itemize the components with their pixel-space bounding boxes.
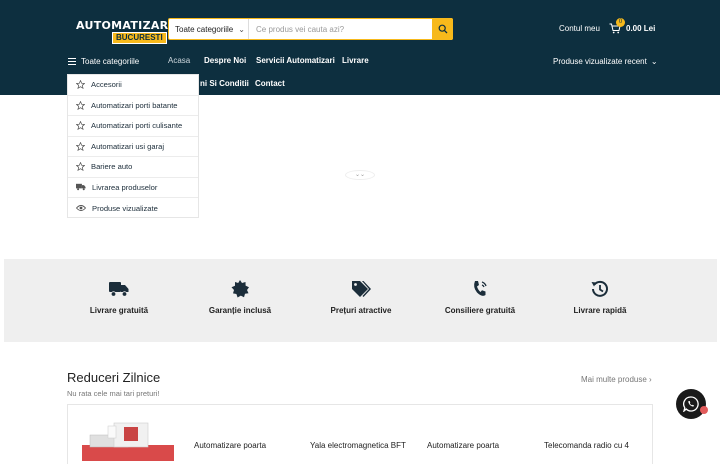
feature-label: Prețuri atractive xyxy=(330,306,392,315)
dropdown-item-bariere-auto[interactable]: Bariere auto xyxy=(68,157,198,178)
category-select[interactable]: Toate categoriile ⌄ xyxy=(169,19,249,39)
all-categories-label: Toate categoriile xyxy=(81,57,140,66)
dropdown-item-label: Livrarea produselor xyxy=(92,182,158,192)
truck-icon xyxy=(76,184,86,191)
category-select-label: Toate categoriile xyxy=(175,24,234,34)
section-subtitle: Nu rata cele mai tari preturi! xyxy=(67,389,160,398)
nav-termeni-si-conditii[interactable]: ni Si Conditii xyxy=(200,79,249,88)
dropdown-item-produse-vizualizate[interactable]: Produse vizualizate xyxy=(68,198,198,219)
feature-free-consulting: Consiliere gratuită xyxy=(425,279,535,315)
dropdown-item-usi-garaj[interactable]: Automatizari usi garaj xyxy=(68,137,198,157)
cart-count-badge: 0 xyxy=(616,18,625,27)
more-products-label: Mai multe produse xyxy=(581,375,647,384)
recently-viewed-label: Produse vizualizate recent xyxy=(553,57,647,66)
feature-label: Livrare rapidă xyxy=(573,306,627,315)
site-logo[interactable]: AUTOMATIZARI BUCURESTI xyxy=(74,20,173,44)
dropdown-item-livrarea-produselor[interactable]: Livrarea produselor xyxy=(68,178,198,198)
phone-icon xyxy=(474,281,487,296)
dropdown-item-label: Automatizari usi garaj xyxy=(91,141,165,151)
feature-label: Consiliere gratuită xyxy=(444,306,516,315)
feature-label: Garanție inclusă xyxy=(208,306,272,315)
search-button[interactable] xyxy=(432,17,453,40)
feature-warranty: Garanție inclusă xyxy=(185,279,295,315)
chevron-down-icon: ⌄ xyxy=(238,24,245,34)
dropdown-item-label: Automatizari porti culisante xyxy=(91,121,183,131)
logo-text-primary: AUTOMATIZARI xyxy=(76,19,173,32)
account-link[interactable]: Contul meu xyxy=(559,24,600,33)
star-icon xyxy=(76,162,85,172)
star-icon xyxy=(76,121,85,131)
menu-icon xyxy=(68,58,76,65)
dropdown-item-label: Bariere auto xyxy=(91,162,133,172)
search-input[interactable] xyxy=(249,19,432,39)
feature-attractive-prices: Prețuri atractive xyxy=(306,279,416,315)
star-icon xyxy=(76,100,85,110)
product-name[interactable]: Yala electromagnetica BFT xyxy=(310,441,406,450)
nav-servicii-automatizari[interactable]: Servicii Automatizari xyxy=(256,56,335,65)
star-icon xyxy=(76,141,85,151)
all-categories-toggle[interactable]: Toate categoriile xyxy=(68,57,139,66)
truck-icon xyxy=(109,282,129,297)
search-bar: Toate categoriile ⌄ xyxy=(168,17,453,40)
chevron-right-icon: › xyxy=(649,375,652,384)
star-icon xyxy=(76,80,85,90)
feature-fast-delivery: Livrare rapidă xyxy=(545,279,655,315)
nav-despre-noi[interactable]: Despre Noi xyxy=(204,56,246,65)
dropdown-item-label: Accesorii xyxy=(91,80,122,90)
search-icon xyxy=(438,24,447,33)
nav-contact[interactable]: Contact xyxy=(255,79,285,88)
whatsapp-chat-button[interactable] xyxy=(676,389,706,419)
product-name[interactable]: Telecomanda radio cu 4 xyxy=(544,441,629,450)
products-carousel: Automatizare poarta Yala electromagnetic… xyxy=(67,404,653,464)
chevron-down-icon: ⌄ xyxy=(650,57,658,66)
dropdown-item-label: Produse vizualizate xyxy=(92,203,158,213)
recently-viewed-toggle[interactable]: Produse vizualizate recent ⌄ xyxy=(553,57,658,66)
eye-icon xyxy=(76,205,86,212)
feature-label: Livrare gratuită xyxy=(89,306,149,315)
dropdown-item-accesorii[interactable]: Accesorii xyxy=(68,75,198,96)
feature-free-delivery: Livrare gratuită xyxy=(64,279,174,315)
history-icon xyxy=(591,280,608,297)
more-products-link[interactable]: Mai multe produse › xyxy=(581,375,652,384)
logo-text-secondary: BUCURESTI xyxy=(112,32,167,44)
features-strip: Livrare gratuită Garanție inclusă Prețur… xyxy=(4,259,717,342)
dropdown-item-label: Automatizari porti batante xyxy=(91,100,178,110)
notification-dot xyxy=(700,406,708,414)
nav-livrare[interactable]: Livrare xyxy=(342,56,369,65)
cart-button[interactable]: 0 0.00 Lei xyxy=(609,18,659,36)
badge-icon xyxy=(231,280,249,298)
cart-total: 0.00 Lei xyxy=(626,24,656,33)
product-name[interactable]: Automatizare poarta xyxy=(194,441,266,450)
section-title: Reduceri Zilnice xyxy=(67,370,161,385)
loading-spinner: ⌄⌄ xyxy=(345,170,375,180)
whatsapp-icon xyxy=(683,396,699,412)
nav-acasa[interactable]: Acasa xyxy=(168,56,190,65)
tags-icon xyxy=(352,281,371,297)
dropdown-item-porti-culisante[interactable]: Automatizari porti culisante xyxy=(68,116,198,137)
product-image[interactable] xyxy=(80,421,178,461)
dropdown-item-porti-batante[interactable]: Automatizari porti batante xyxy=(68,96,198,116)
product-name[interactable]: Automatizare poarta xyxy=(427,441,499,450)
categories-dropdown: Accesorii Automatizari porti batante Aut… xyxy=(67,74,199,218)
